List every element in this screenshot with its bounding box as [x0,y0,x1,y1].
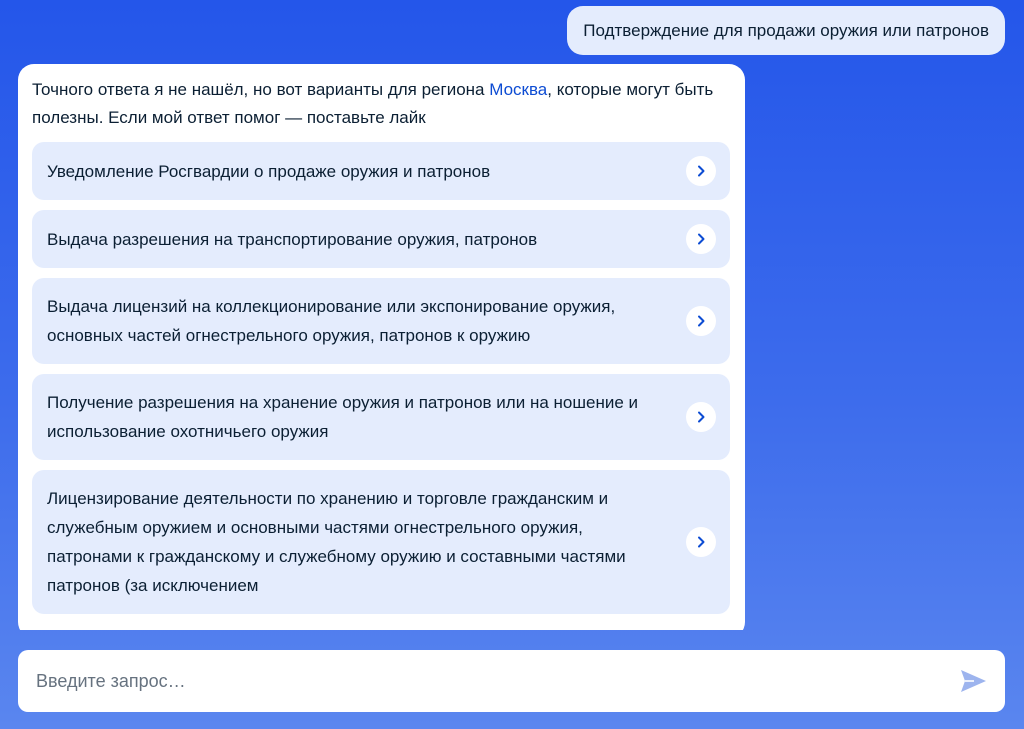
chevron-right-icon [686,224,716,254]
option-label: Лицензирование деятельности по хранению … [47,489,626,595]
chevron-right-icon [686,156,716,186]
region-link[interactable]: Москва [489,80,547,99]
bot-message-bubble: Точного ответа я не нашёл, но вот вариан… [18,64,745,630]
user-message-text: Подтверждение для продажи оружия или пат… [583,21,989,40]
query-input[interactable] [34,669,955,693]
option-label: Выдача разрешения на транспортирование о… [47,229,538,249]
option-label: Уведомление Росгвардии о продаже оружия … [47,161,491,181]
option-label: Получение разрешения на хранение оружия … [47,393,638,441]
option-label: Выдача лицензий на коллекционирование ил… [47,297,616,345]
option-trade-licensing[interactable]: Лицензирование деятельности по хранению … [32,470,730,614]
query-input-bar [18,650,1005,712]
user-message-bubble: Подтверждение для продажи оружия или пат… [567,6,1005,55]
chevron-right-icon [686,306,716,336]
bot-intro-text: Точного ответа я не нашёл, но вот вариан… [32,76,731,132]
option-notification-sale[interactable]: Уведомление Росгвардии о продаже оружия … [32,142,730,200]
chevron-right-icon [686,402,716,432]
send-button[interactable] [955,663,991,699]
option-storage-permit[interactable]: Получение разрешения на хранение оружия … [32,374,730,460]
send-icon [961,670,986,692]
chat-scroll-area[interactable]: Точного ответа я не нашёл, но вот вариан… [18,64,745,630]
option-collection-license[interactable]: Выдача лицензий на коллекционирование ил… [32,278,730,364]
chevron-right-icon [686,527,716,557]
option-transport-permit[interactable]: Выдача разрешения на транспортирование о… [32,210,730,268]
bot-intro-start: Точного ответа я не нашёл, но вот вариан… [32,80,490,99]
